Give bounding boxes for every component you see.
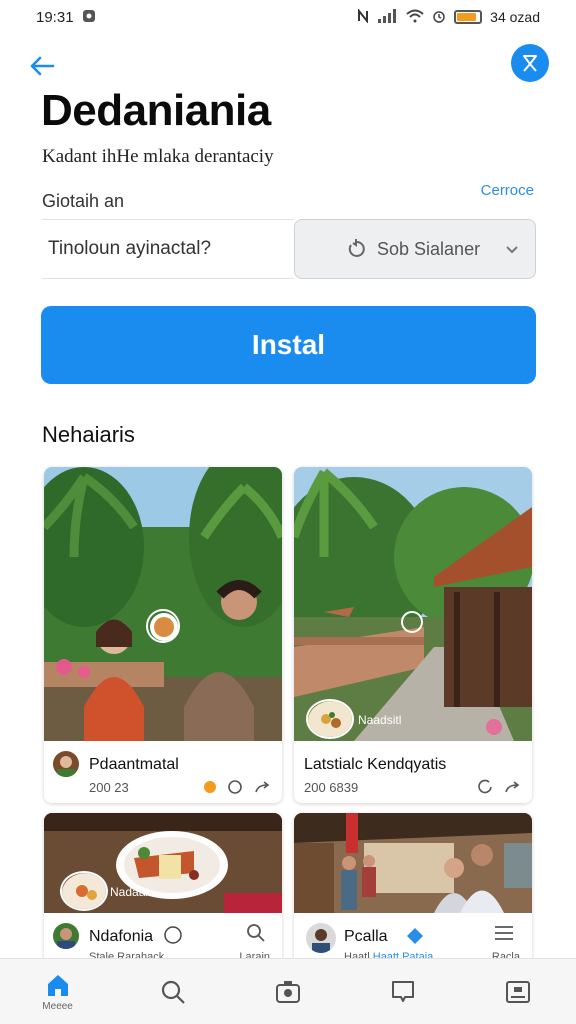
signal-icon <box>378 8 398 26</box>
card-title: Latstialc Kendqyatis <box>304 756 447 773</box>
avatar <box>53 751 79 777</box>
food-badge <box>146 609 180 643</box>
comment-icon[interactable] <box>226 779 244 795</box>
card-title: Ndafonia <box>89 928 154 945</box>
refresh-icon <box>345 238 367 265</box>
feed-heading: Nehaiaris <box>42 422 135 447</box>
nav-messages[interactable] <box>371 962 435 1022</box>
battery-indicator <box>454 10 483 24</box>
nav-camera[interactable] <box>256 962 320 1022</box>
search-icon <box>161 980 185 1004</box>
profile-card-icon <box>506 980 531 1003</box>
bookmark-button[interactable] <box>511 44 549 82</box>
status-time: 19:31 <box>36 8 74 26</box>
category-select[interactable]: Sob Sialaner <box>294 219 536 279</box>
nav-search[interactable] <box>141 962 205 1022</box>
nfc-icon <box>356 7 370 26</box>
share-icon[interactable] <box>504 780 522 794</box>
nav-home-label: Meeee <box>42 1000 73 1012</box>
avatar <box>53 923 79 949</box>
card-actions <box>476 779 522 795</box>
nav-home[interactable]: Meeee <box>26 962 90 1022</box>
chat-icon <box>392 980 415 1002</box>
text-field[interactable] <box>42 219 294 279</box>
avatar <box>306 923 336 953</box>
home-icon <box>47 974 68 996</box>
photo-label: Naadsitl <box>358 713 402 727</box>
bookmark-icon <box>523 55 537 72</box>
card-meta: 200 23 <box>89 780 129 795</box>
nav-profile[interactable] <box>486 962 550 1022</box>
feed-card-3[interactable]: Nadaal Ndafonia Stale Rarahack Larain <box>44 813 282 971</box>
bottom-nav: Meeee <box>0 958 576 1024</box>
search-icon[interactable] <box>246 923 266 943</box>
verified-icon <box>406 927 424 945</box>
dot-icon <box>204 781 216 793</box>
status-bar: 19:31 34 ozad <box>0 0 576 34</box>
wifi-icon <box>406 9 424 26</box>
clear-link[interactable]: Cerroce <box>481 182 534 199</box>
card-meta: 200 6839 <box>304 780 359 795</box>
page-title: Dedaniania <box>41 86 271 135</box>
install-button[interactable]: Instal <box>41 306 536 384</box>
photo-label: Nadaal <box>110 885 149 899</box>
status-left: 19:31 <box>36 9 96 26</box>
arrow-left-icon <box>30 56 55 76</box>
card-photo: Naadsitl <box>294 467 532 741</box>
card-photo <box>294 813 532 913</box>
card-photo: Nadaal <box>44 813 282 913</box>
status-carrier: 34 ozad <box>490 9 540 25</box>
camera-icon <box>275 980 300 1003</box>
page-subtitle: Kadant ihHe mlaka derantaciy <box>42 146 274 167</box>
location-input[interactable] <box>48 238 294 260</box>
field-row: Sob Sialaner <box>42 219 536 279</box>
alarm-icon <box>432 9 446 26</box>
chevron-down-icon <box>505 239 519 260</box>
comment-icon[interactable] <box>476 779 494 795</box>
back-button[interactable] <box>26 50 58 82</box>
form-label: Giotaih an <box>42 191 125 211</box>
feed-card-4[interactable]: Pcalla Haatl Haatt Pataia Racla <box>294 813 532 971</box>
heart-icon[interactable] <box>162 925 184 945</box>
card-title: Pcalla <box>344 928 388 945</box>
card-photo <box>44 467 282 741</box>
share-icon[interactable] <box>254 780 272 794</box>
battery-fill <box>457 13 476 21</box>
food-badge <box>60 871 108 911</box>
notification-icon <box>82 9 96 26</box>
card-footer: Latstialc Kendqyatis 200 6839 <box>294 741 532 803</box>
menu-icon[interactable] <box>494 925 514 941</box>
select-value: Sob Sialaner <box>377 238 481 259</box>
card-title: Pdaantmatal <box>89 756 179 773</box>
feed-card-2[interactable]: Naadsitl Latstialc Kendqyatis 200 6839 <box>294 467 532 803</box>
card-footer: Pdaantmatal 200 23 <box>44 741 282 803</box>
card-actions <box>204 779 272 795</box>
food-badge <box>306 699 354 739</box>
feed-card-1[interactable]: Pdaantmatal 200 23 <box>44 467 282 803</box>
status-right: 34 ozad <box>356 7 540 26</box>
